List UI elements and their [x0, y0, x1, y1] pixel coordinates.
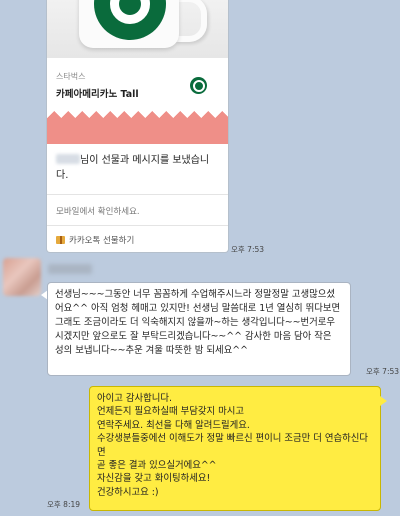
outgoing-message-bubble[interactable]: 아이고 감사합니다. 언제든지 필요하실때 부담갖지 마시고 연락주세요. 최선… [89, 386, 381, 511]
gift-ribbon-edge [47, 104, 228, 118]
gift-product-name: 카페아메리카노 Tall [56, 89, 139, 100]
gift-box-icon [56, 236, 65, 244]
kakao-gift-link[interactable]: 카카오톡 선물하기 [56, 234, 134, 246]
divider [47, 225, 228, 226]
mobile-check-note: 모바일에서 확인하세요. [56, 207, 140, 217]
outgoing-timestamp: 오후 8:19 [47, 500, 81, 509]
incoming-timestamp: 오후 7:53 [366, 367, 400, 376]
sender-avatar[interactable] [3, 258, 41, 296]
gift-brand: 스타벅스 [56, 72, 86, 81]
starbucks-mini-logo-icon [190, 77, 207, 94]
gift-card[interactable]: 스타벅스 카페아메리카노 Tall 님이 선물과 메시지를 보냈습니다. 모바일… [46, 0, 229, 253]
gift-message: 님이 선물과 메시지를 보냈습니다. [56, 153, 221, 183]
gift-timestamp: 오후 7:53 [231, 245, 265, 254]
incoming-message-bubble[interactable]: 선생님~~~그동안 너무 꼼꼼하게 수업해주시느라 정말정말 고생많으셨어요^^… [47, 282, 351, 376]
mug-handle-graphic [175, 0, 207, 42]
outgoing-bubble-tail [380, 396, 387, 406]
gift-product-image [47, 0, 228, 58]
divider [47, 194, 228, 195]
blurred-sender-name [56, 154, 80, 164]
kakao-gift-label: 카카오톡 선물하기 [69, 236, 135, 246]
sender-name-blurred [48, 264, 92, 274]
